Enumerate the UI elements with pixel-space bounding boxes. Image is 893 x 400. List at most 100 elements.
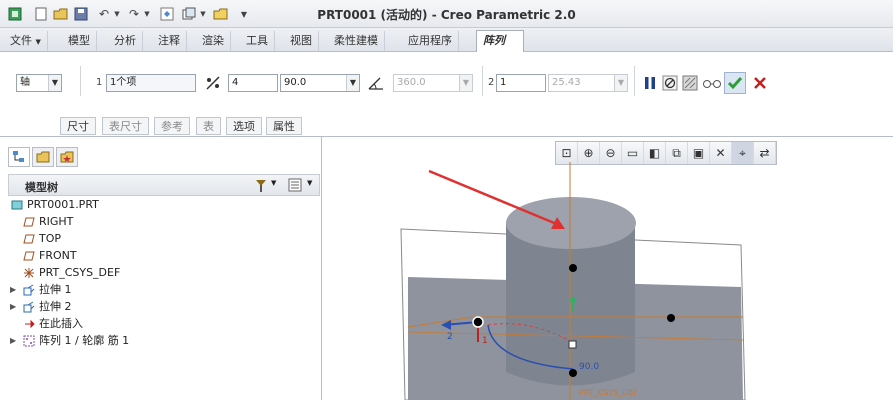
tree-item-label: 拉伸 2 xyxy=(39,300,72,313)
tree-item-csys[interactable]: PRT_CSYS_DEF xyxy=(22,265,120,281)
angle-value: 90.0 xyxy=(284,77,307,88)
glasses-preview-icon[interactable] xyxy=(702,73,722,93)
tab-annotate[interactable]: 注释 xyxy=(152,31,187,51)
direction-2-label: 2 xyxy=(447,332,453,342)
tab-analysis[interactable]: 分析 xyxy=(108,31,143,51)
folder-browser-tab[interactable] xyxy=(32,147,54,167)
direction-1-label: 1 xyxy=(482,336,488,346)
drag-handle[interactable] xyxy=(667,314,675,322)
tree-item-extrude-1[interactable]: ▶ 拉伸 1 xyxy=(10,282,72,298)
drag-handle[interactable] xyxy=(472,316,484,328)
drag-handle[interactable] xyxy=(569,264,577,272)
datum-plane-icon xyxy=(22,215,36,229)
tree-item-label: 拉伸 1 xyxy=(39,283,72,296)
direction1-flip-icon[interactable] xyxy=(203,73,223,93)
direction2-label: 2 xyxy=(488,77,495,88)
annotation-arrow xyxy=(428,169,560,227)
insert-here-icon xyxy=(22,317,36,331)
expand-arrow-icon[interactable]: ▶ xyxy=(10,299,22,315)
graphics-window[interactable]: ⊡ ⊕ ⊖ ▭ ◧ ⧉ ▣ ✕ ⌖ ⇄ 2 1 90.0 PRT_CSYS_DE… xyxy=(323,137,893,400)
direction2-angle-field: 25.43 ▼ xyxy=(548,74,628,92)
tab-render[interactable]: 渲染 xyxy=(196,31,231,51)
tree-item-extrude-2[interactable]: ▶ 拉伸 2 xyxy=(10,299,72,315)
pattern-type-select[interactable]: 轴 ▼ xyxy=(16,74,62,92)
title-bar: ↶ ▼ ↷ ▼ ▼ ▼ PRT0001 (活动的) - Creo Paramet… xyxy=(0,0,893,28)
chevron-down-icon: ▼ xyxy=(459,75,472,91)
navigator-panel: 模型树 ▼ ▼ PRT0001.PRT RIGHT TOP FRONT PRT_… xyxy=(0,137,322,400)
no-preview-icon[interactable] xyxy=(660,73,680,93)
tab-model[interactable]: 模型 xyxy=(62,31,97,51)
csys-icon xyxy=(22,266,36,280)
direction1-label: 1 xyxy=(96,77,103,88)
drag-handle[interactable] xyxy=(569,369,577,377)
expand-arrow-icon[interactable]: ▶ xyxy=(10,282,22,298)
pause-icon[interactable] xyxy=(640,73,660,93)
tab-pattern[interactable]: 阵列 xyxy=(476,30,524,53)
model-tree-icon xyxy=(13,151,24,162)
subtab-table-dimensions[interactable]: 表尺寸 xyxy=(102,117,149,135)
tree-item-insert-here[interactable]: 在此插入 xyxy=(22,316,83,332)
checkmark-icon xyxy=(727,77,743,90)
csys-label: PRT_CSYS_DEF xyxy=(579,388,639,397)
angular-extent-value: 360.0 xyxy=(397,77,426,88)
tree-item-front[interactable]: FRONT xyxy=(22,248,77,264)
tree-settings-dropdown-icon[interactable]: ▼ xyxy=(271,179,276,187)
confirm-button[interactable] xyxy=(724,72,746,94)
tree-settings-icon[interactable] xyxy=(253,177,269,193)
pattern-icon xyxy=(22,334,36,348)
tab-applications[interactable]: 应用程序 xyxy=(402,31,459,51)
expand-arrow-icon[interactable]: ▶ xyxy=(10,333,22,349)
chevron-down-icon: ▼ xyxy=(48,75,61,91)
subtab-table[interactable]: 表 xyxy=(196,117,221,135)
tree-item-pattern-1[interactable]: ▶ 阵列 1 / 轮廓 筋 1 xyxy=(10,333,129,349)
tree-item-label: PRT_CSYS_DEF xyxy=(39,266,121,279)
angle-dimension-label[interactable]: 90.0 xyxy=(579,362,599,372)
part-icon xyxy=(10,198,24,212)
tree-item-top[interactable]: TOP xyxy=(22,231,61,247)
window-title: PRT0001 (活动的) - Creo Parametric 2.0 xyxy=(317,8,576,22)
close-icon xyxy=(754,77,766,89)
verify-preview-icon[interactable] xyxy=(680,73,700,93)
separator xyxy=(634,66,635,96)
favorites-icon xyxy=(60,151,74,163)
tree-filters-dropdown-icon[interactable]: ▼ xyxy=(307,179,312,187)
direction1-angle-field[interactable]: 90.0 ▼ xyxy=(280,74,360,92)
tree-item-right[interactable]: RIGHT xyxy=(22,214,73,230)
tree-item-label: TOP xyxy=(39,232,62,245)
datum-plane-icon xyxy=(22,249,36,263)
tree-item-part[interactable]: PRT0001.PRT xyxy=(10,197,99,213)
extrude-icon xyxy=(22,283,36,297)
model-canvas[interactable]: 2 1 90.0 PRT_CSYS_DEF xyxy=(323,137,893,400)
separator xyxy=(482,66,483,96)
angular-extent-field: 360.0 ▼ xyxy=(393,74,473,92)
chevron-down-icon: ▼ xyxy=(346,75,359,91)
model-tree-header: 模型树 ▼ ▼ xyxy=(8,174,320,196)
favorites-tab[interactable] xyxy=(56,147,78,167)
axis-marker-dot xyxy=(570,297,576,303)
direction2-angle-value: 25.43 xyxy=(552,77,581,88)
tree-item-label: PRT0001.PRT xyxy=(27,198,99,211)
tree-filters-icon[interactable] xyxy=(287,177,303,193)
chevron-down-icon: ▼ xyxy=(614,75,627,91)
subtab-dimensions[interactable]: 尺寸 xyxy=(60,117,96,135)
direction1-count-field[interactable]: 4 xyxy=(228,74,278,92)
subtab-references[interactable]: 参考 xyxy=(154,117,190,135)
subtab-options[interactable]: 选项 xyxy=(226,117,262,135)
tab-flexible-modeling[interactable]: 柔性建模 xyxy=(328,31,385,51)
tab-file[interactable]: 文件 ▼ xyxy=(4,31,48,51)
direction2-count-field[interactable]: 1 xyxy=(496,74,546,92)
separator xyxy=(80,66,81,96)
navigator-tabs xyxy=(8,147,78,167)
direction1-reference-collector[interactable]: 1个项 xyxy=(106,74,196,92)
model-tree-title: 模型树 xyxy=(25,181,58,194)
cancel-button[interactable] xyxy=(750,73,770,93)
subtab-properties[interactable]: 属性 xyxy=(266,117,302,135)
tab-view[interactable]: 视图 xyxy=(284,31,319,51)
tab-label: 文件 xyxy=(10,34,32,47)
tab-tools[interactable]: 工具 xyxy=(240,31,275,51)
model-tree-tab[interactable] xyxy=(8,147,30,167)
pattern-ribbon: 轴 ▼ 1 1个项 4 90.0 ▼ 360.0 ▼ 2 1 25.43 ▼ 尺… xyxy=(0,52,893,137)
angular-extent-icon[interactable] xyxy=(366,73,386,93)
pattern-type-value: 轴 xyxy=(20,77,30,88)
pivot-handle[interactable] xyxy=(568,340,577,349)
